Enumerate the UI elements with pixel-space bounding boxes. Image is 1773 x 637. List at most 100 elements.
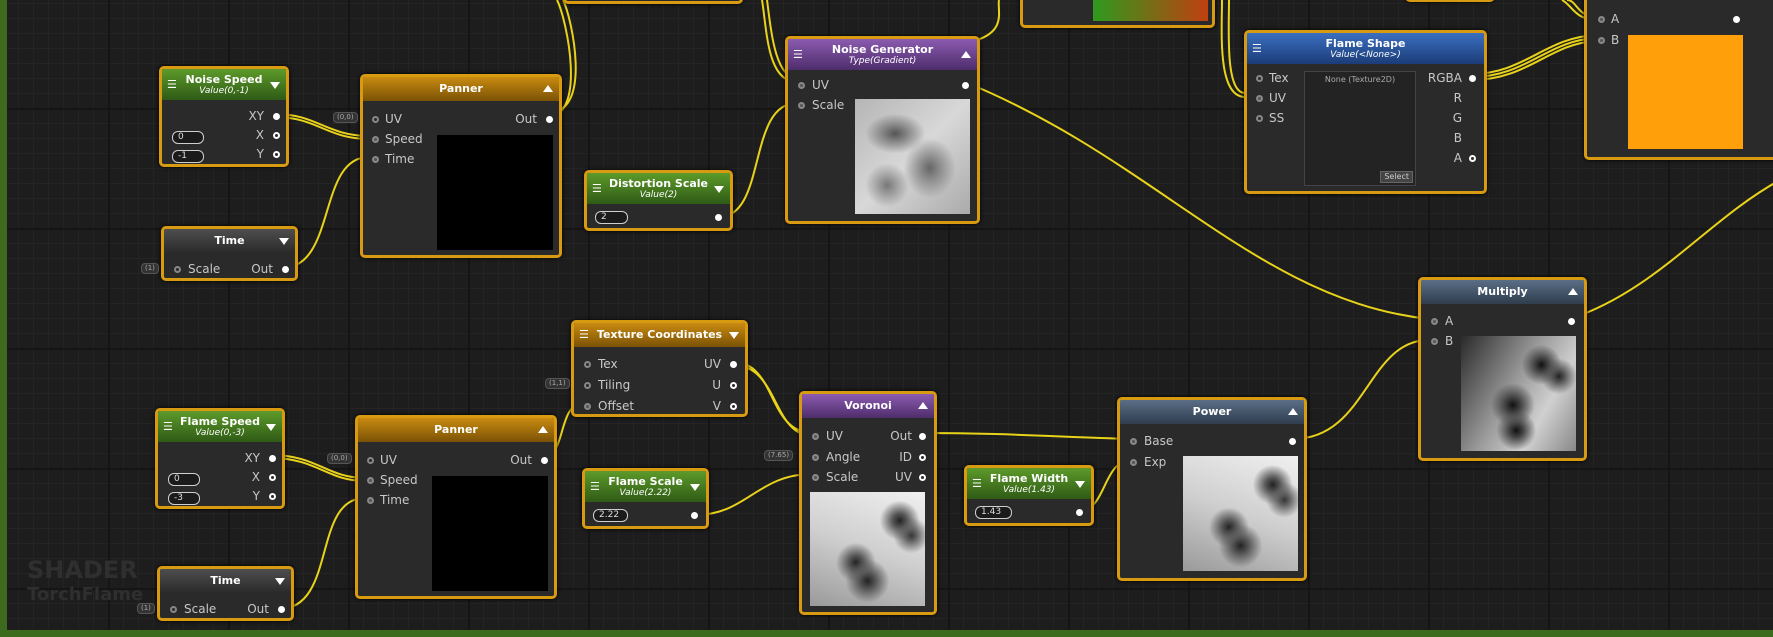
menu-icon[interactable]: ☰ — [972, 477, 982, 490]
base-input-port[interactable] — [1130, 438, 1137, 445]
b-input-port[interactable] — [1431, 338, 1438, 345]
out-port[interactable] — [278, 606, 285, 613]
y-value-field[interactable]: -1 — [172, 150, 204, 163]
uv-out-port[interactable] — [919, 474, 926, 481]
node-header[interactable]: ☰ Flame Speed Value(0,-3) — [158, 411, 282, 442]
menu-icon[interactable]: ☰ — [167, 78, 177, 91]
partial-node-top-small[interactable] — [1405, 0, 1495, 2]
out-port[interactable] — [1733, 16, 1740, 23]
collapse-icon[interactable] — [279, 238, 289, 245]
v-out-port[interactable] — [730, 403, 737, 410]
multiply-node[interactable]: Multiply A B — [1418, 277, 1587, 461]
offset-input-port[interactable] — [584, 403, 591, 410]
noise-speed-node[interactable]: ☰ Noise Speed Value(0,-1) XY 0 X -1 Y — [159, 66, 289, 167]
collapse-icon[interactable] — [729, 332, 739, 339]
collapse-icon[interactable] — [538, 426, 548, 433]
out-port[interactable] — [1568, 318, 1575, 325]
node-header[interactable]: ☰ Flame Scale Value(2.22) — [585, 471, 706, 502]
value-field[interactable]: 1.43 — [975, 506, 1012, 519]
distortion-scale-node[interactable]: ☰ Distortion Scale Value(2) 2 — [584, 170, 733, 231]
u-out-port[interactable] — [730, 382, 737, 389]
out-port[interactable] — [919, 433, 926, 440]
collapse-icon[interactable] — [690, 483, 700, 491]
speed-input-port[interactable] — [367, 477, 374, 484]
scale-input-port[interactable] — [798, 102, 805, 109]
collapse-icon[interactable] — [543, 85, 553, 92]
y-port[interactable] — [269, 493, 276, 500]
node-header[interactable]: Panner — [358, 418, 554, 442]
menu-icon[interactable]: ☰ — [1252, 42, 1262, 55]
collapse-icon[interactable] — [918, 402, 928, 409]
a-out-port[interactable] — [1469, 155, 1476, 162]
collapse-icon[interactable] — [714, 185, 724, 193]
node-header[interactable]: Time — [164, 229, 295, 253]
node-header[interactable]: ☰ Flame Shape Value(<None>) — [1247, 33, 1484, 64]
out-port[interactable] — [1076, 509, 1083, 516]
r-out-port[interactable] — [1469, 95, 1476, 102]
exp-input-port[interactable] — [1130, 459, 1137, 466]
uv-input-port[interactable] — [798, 82, 805, 89]
collapse-icon[interactable] — [1568, 288, 1578, 295]
scale-input-port[interactable] — [174, 266, 181, 273]
collapse-icon[interactable] — [961, 50, 971, 58]
speed-input-port[interactable] — [372, 136, 379, 143]
node-header[interactable]: Voronoi — [802, 394, 934, 418]
y-port[interactable] — [273, 151, 280, 158]
output-xy-port[interactable] — [269, 455, 276, 462]
a-input-port[interactable] — [1598, 16, 1605, 23]
out-port[interactable] — [1289, 438, 1296, 445]
node-header[interactable]: Power — [1120, 400, 1304, 424]
out-port[interactable] — [715, 214, 722, 221]
scale-input-port[interactable] — [170, 606, 177, 613]
flame-width-node[interactable]: ☰ Flame Width Value(1.43) 1.43 — [964, 465, 1094, 526]
partial-node-top-left[interactable] — [563, 0, 743, 4]
b-out-port[interactable] — [1469, 135, 1476, 142]
node-header[interactable]: ☰ Distortion Scale Value(2) — [587, 173, 730, 204]
x-port[interactable] — [273, 132, 280, 139]
node-header[interactable]: Multiply — [1421, 280, 1584, 304]
uv-input-port[interactable] — [812, 433, 819, 440]
partial-node-top-gradient[interactable] — [1020, 0, 1215, 28]
tex-input-port[interactable] — [1256, 75, 1263, 82]
time-bottom-node[interactable]: Time Scale Out — [157, 566, 294, 621]
out-port[interactable] — [691, 512, 698, 519]
tiling-input-port[interactable] — [584, 382, 591, 389]
texture-coordinates-node[interactable]: ☰ Texture Coordinates Tex UV Tiling U Of… — [571, 320, 748, 417]
node-header[interactable]: ☰ Noise Generator Type(Gradient) — [788, 39, 977, 70]
collapse-icon[interactable] — [1288, 408, 1298, 415]
top-right-node[interactable]: A B — [1584, 0, 1773, 160]
y-value-field[interactable]: -3 — [168, 492, 200, 505]
out-port[interactable] — [541, 457, 548, 464]
tex-input-port[interactable] — [584, 361, 591, 368]
flame-scale-node[interactable]: ☰ Flame Scale Value(2.22) 2.22 — [582, 468, 709, 529]
time-input-port[interactable] — [372, 156, 379, 163]
ss-input-port[interactable] — [1256, 115, 1263, 122]
node-header[interactable]: Time — [160, 569, 291, 593]
value-field[interactable]: 2 — [595, 211, 628, 224]
x-port[interactable] — [269, 474, 276, 481]
a-input-port[interactable] — [1431, 318, 1438, 325]
output-xy-port[interactable] — [273, 113, 280, 120]
x-value-field[interactable]: 0 — [172, 131, 204, 144]
voronoi-node[interactable]: Voronoi UV Out Angle ID Scale UV — [799, 391, 937, 615]
out-port[interactable] — [962, 82, 969, 89]
uv-input-port[interactable] — [1256, 95, 1263, 102]
select-texture-button[interactable]: Select — [1380, 171, 1413, 183]
collapse-icon[interactable] — [270, 81, 280, 89]
menu-icon[interactable]: ☰ — [592, 182, 602, 195]
out-port[interactable] — [282, 266, 289, 273]
collapse-icon[interactable] — [266, 423, 276, 431]
collapse-icon[interactable] — [275, 578, 285, 585]
panner-bottom-node[interactable]: Panner UV Out Speed Time — [355, 415, 557, 599]
power-node[interactable]: Power Base Exp — [1117, 397, 1307, 581]
angle-input-port[interactable] — [812, 454, 819, 461]
uv-input-port[interactable] — [372, 116, 379, 123]
b-input-port[interactable] — [1598, 37, 1605, 44]
noise-generator-node[interactable]: ☰ Noise Generator Type(Gradient) UV Scal… — [785, 36, 980, 224]
x-value-field[interactable]: 0 — [168, 473, 200, 486]
node-header[interactable]: ☰ Flame Width Value(1.43) — [967, 468, 1091, 499]
collapse-icon[interactable] — [1075, 480, 1085, 488]
flame-speed-node[interactable]: ☰ Flame Speed Value(0,-3) XY 0 X -3 Y — [155, 408, 285, 509]
scale-input-port[interactable] — [812, 474, 819, 481]
time-top-node[interactable]: Time Scale Out — [161, 226, 298, 281]
